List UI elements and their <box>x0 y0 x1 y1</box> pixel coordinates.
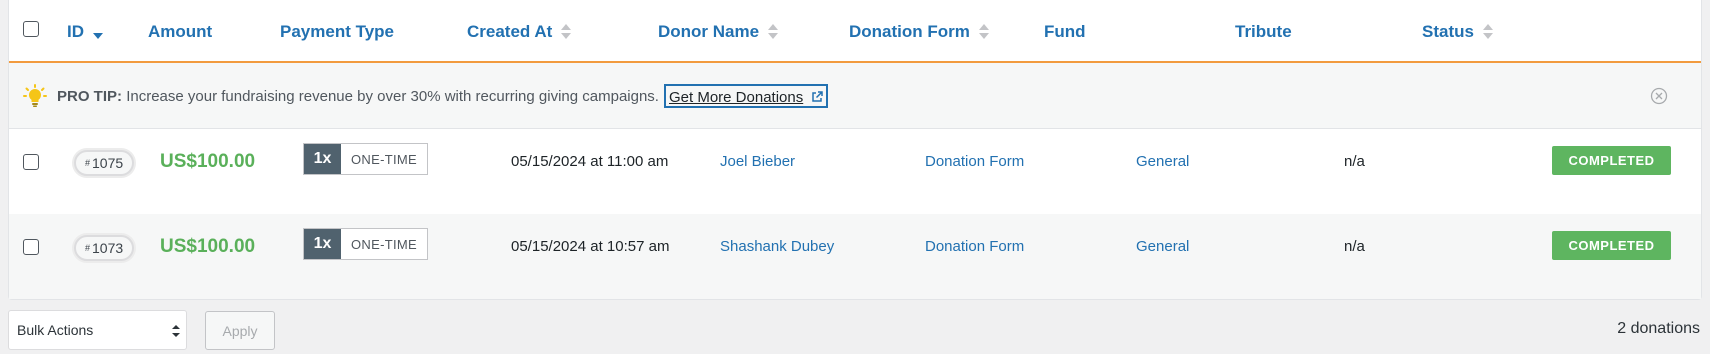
donor-name-link[interactable]: Shashank Dubey <box>720 238 834 255</box>
column-header-amount: Amount <box>148 22 212 42</box>
fund-link[interactable]: General <box>1136 238 1189 255</box>
status-badge: COMPLETED <box>1552 231 1671 260</box>
bulk-actions-select[interactable]: Bulk Actions <box>8 310 187 350</box>
column-header-donor-name[interactable]: Donor Name <box>658 22 779 42</box>
sort-icon <box>561 23 572 41</box>
select-caret-icon <box>172 325 180 337</box>
get-more-donations-label: Get More Donations <box>669 88 804 106</box>
column-header-donation-form-label: Donation Form <box>849 22 970 41</box>
apply-button[interactable]: Apply <box>205 311 275 350</box>
column-header-status-label: Status <box>1422 22 1474 41</box>
pro-tip-banner: PRO TIP: Increase your fundraising reven… <box>9 63 1701 129</box>
donor-name-link[interactable]: Joel Bieber <box>720 153 795 170</box>
sort-icon <box>1482 23 1494 41</box>
pro-tip-message: Increase your fundraising revenue by ove… <box>126 88 659 105</box>
apply-label: Apply <box>222 322 258 339</box>
sort-desc-icon <box>93 23 104 41</box>
column-header-tribute-label: Tribute <box>1235 22 1292 41</box>
donation-id: 1073 <box>92 240 124 256</box>
payment-frequency: 1x <box>304 229 341 259</box>
close-icon[interactable] <box>1650 87 1668 105</box>
donations-table: ID Amount Payment Type Created At Donor … <box>8 0 1702 300</box>
column-header-donation-form[interactable]: Donation Form <box>849 22 990 42</box>
column-header-id-label: ID <box>67 22 84 41</box>
payment-type-badge: 1x ONE-TIME <box>303 228 428 260</box>
tribute-value: n/a <box>1344 153 1365 170</box>
status-badge: COMPLETED <box>1552 146 1671 175</box>
column-header-donor-name-label: Donor Name <box>658 22 760 41</box>
bulk-actions-label: Bulk Actions <box>17 322 94 338</box>
column-header-created-at[interactable]: Created At <box>467 22 572 42</box>
donation-id-badge[interactable]: # 1075 <box>74 150 135 176</box>
hash-icon: # <box>85 158 91 168</box>
payment-type-label: ONE-TIME <box>341 144 427 174</box>
column-header-id[interactable]: ID <box>67 22 104 42</box>
column-header-tribute: Tribute <box>1235 22 1292 42</box>
lightbulb-icon <box>23 84 47 107</box>
row-checkbox[interactable] <box>23 154 39 170</box>
fund-link[interactable]: General <box>1136 153 1189 170</box>
donation-amount: US$100.00 <box>160 236 256 257</box>
donation-form-link[interactable]: Donation Form <box>925 238 1024 255</box>
external-link-icon <box>812 91 823 102</box>
column-header-payment-type-label: Payment Type <box>280 22 395 41</box>
column-header-created-at-label: Created At <box>467 22 553 41</box>
payment-frequency: 1x <box>304 144 341 174</box>
column-header-fund-label: Fund <box>1044 22 1086 41</box>
donation-count: 2 donations <box>1617 320 1700 337</box>
table-header: ID Amount Payment Type Created At Donor … <box>9 0 1701 63</box>
table-row: # 1075 US$100.00 1x ONE-TIME 05/15/2024 … <box>9 129 1701 214</box>
donation-form-link[interactable]: Donation Form <box>925 153 1024 170</box>
table-row: # 1073 US$100.00 1x ONE-TIME 05/15/2024 … <box>9 214 1701 299</box>
pro-tip-prefix: PRO TIP: <box>57 88 123 105</box>
created-at: 05/15/2024 at 10:57 am <box>511 238 670 255</box>
pro-tip-text: PRO TIP: Increase your fundraising reven… <box>57 88 659 105</box>
donation-id-badge[interactable]: # 1073 <box>74 235 135 261</box>
select-all-checkbox[interactable] <box>23 21 39 37</box>
sort-icon <box>768 23 779 41</box>
donation-amount: US$100.00 <box>160 151 256 172</box>
row-checkbox[interactable] <box>23 239 39 255</box>
get-more-donations-link[interactable]: Get More Donations <box>664 84 829 108</box>
column-header-payment-type: Payment Type <box>280 22 394 42</box>
tribute-value: n/a <box>1344 238 1365 255</box>
created-at: 05/15/2024 at 11:00 am <box>511 153 669 170</box>
column-header-amount-label: Amount <box>148 22 213 41</box>
payment-type-badge: 1x ONE-TIME <box>303 143 428 175</box>
sort-icon <box>978 23 990 41</box>
hash-icon: # <box>85 243 91 253</box>
payment-type-label: ONE-TIME <box>341 229 427 259</box>
column-header-status[interactable]: Status <box>1422 22 1494 42</box>
column-header-fund: Fund <box>1044 22 1086 42</box>
donation-id: 1075 <box>92 155 124 171</box>
